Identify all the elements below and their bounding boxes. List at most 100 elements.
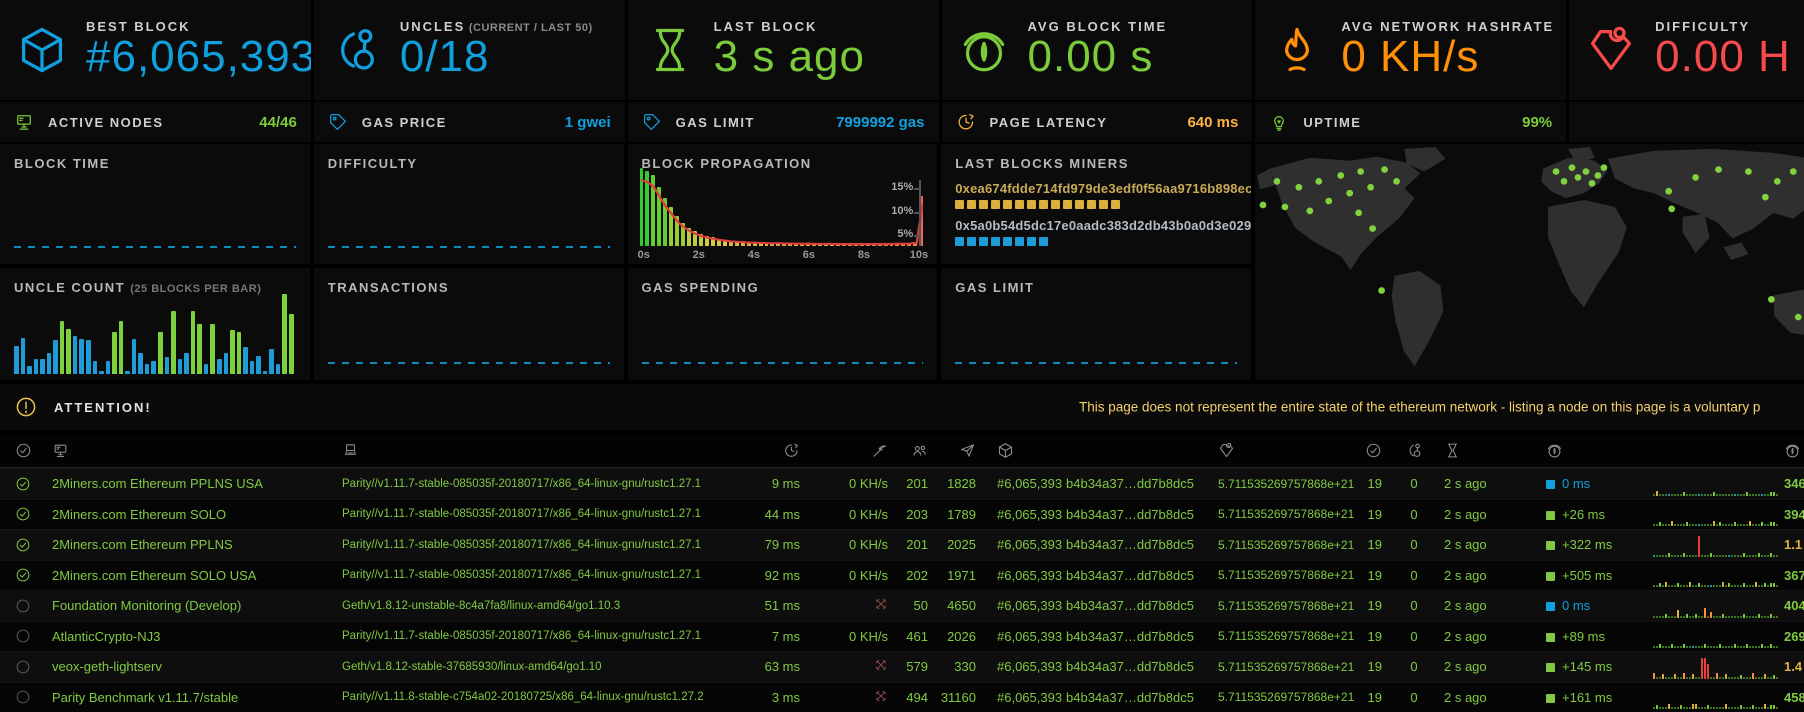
uncle-count-bar bbox=[119, 321, 124, 374]
node-pin bbox=[0, 689, 46, 705]
sparkline-bar bbox=[1668, 677, 1670, 679]
sparkline-bar bbox=[1725, 524, 1727, 526]
node-tx-count: 19 bbox=[1350, 598, 1398, 613]
sparkline-bar bbox=[1653, 555, 1655, 557]
node-name[interactable]: veox-geth-lightserv bbox=[46, 659, 336, 674]
block-propagation-title: BLOCK PROPAGATION bbox=[642, 156, 924, 171]
mini-stat-label: GAS LIMIT bbox=[676, 115, 836, 130]
sparkline-bar bbox=[1719, 707, 1721, 709]
sparkline-bar bbox=[1767, 585, 1769, 587]
sparkline-bar bbox=[1695, 524, 1697, 526]
propagation-ytick: 15% bbox=[891, 181, 913, 193]
node-row-atlanticcrypto-nj3[interactable]: AtlanticCrypto-NJ3Parity//v1.11.7-stable… bbox=[0, 621, 1804, 652]
node-uncle-count: 0 bbox=[1398, 476, 1430, 491]
node-name[interactable]: 2Miners.com Ethereum SOLO bbox=[46, 507, 336, 522]
sparkline-bar bbox=[1671, 616, 1673, 618]
propagation-status-square bbox=[1546, 602, 1555, 611]
sparkline-bar bbox=[1704, 644, 1706, 648]
miner-block-square bbox=[1111, 200, 1120, 209]
uncle-count-bar bbox=[276, 364, 281, 374]
sparkline-bar bbox=[1659, 522, 1661, 526]
uncle-count-bar bbox=[34, 359, 39, 374]
miner-block-square bbox=[1051, 200, 1060, 209]
difficulty-chart-title: DIFFICULTY bbox=[328, 156, 610, 171]
node-name[interactable]: Parity Benchmark v1.11.7/stable bbox=[46, 690, 336, 705]
node-name[interactable]: AtlanticCrypto-NJ3 bbox=[46, 629, 336, 644]
not-mining-icon bbox=[874, 658, 888, 672]
miner-block-square bbox=[1003, 200, 1012, 209]
sparkline-bar bbox=[1665, 677, 1667, 679]
sparkline-bar bbox=[1707, 705, 1709, 709]
sparkline-bar bbox=[1773, 675, 1775, 679]
sparkline-bar bbox=[1773, 583, 1775, 587]
sparkline-bar bbox=[1719, 555, 1721, 557]
check-circle-header-icon bbox=[1365, 442, 1382, 459]
propagation-ytick-mark bbox=[914, 188, 921, 190]
sparkline-bar bbox=[1764, 704, 1766, 709]
sparkline-bar bbox=[1665, 582, 1667, 587]
node-total-difficulty: 5.711535269757868e+21 bbox=[1184, 538, 1350, 552]
node-name[interactable]: Foundation Monitoring (Develop) bbox=[46, 598, 336, 613]
propagation-status-square bbox=[1546, 633, 1555, 642]
table-header-col-11 bbox=[1398, 442, 1430, 459]
sparkline-bar bbox=[1776, 494, 1778, 496]
node-row-foundation-monitoring-develop-[interactable]: Foundation Monitoring (Develop)Geth/v1.8… bbox=[0, 590, 1804, 621]
attention-icon bbox=[14, 395, 38, 419]
sparkline-bar bbox=[1707, 664, 1709, 679]
sparkline-bar bbox=[1716, 494, 1718, 496]
sparkline-bar bbox=[1653, 585, 1655, 587]
node-row-parity-benchmark-v1-11-7-stable[interactable]: Parity Benchmark v1.11.7/stableParity//v… bbox=[0, 682, 1804, 712]
propagation-value: +161 ms bbox=[1562, 690, 1612, 705]
sparkline-bar bbox=[1686, 646, 1688, 648]
node-row-veox-geth-lightserv[interactable]: veox-geth-lightservGeth/v1.8.12-stable-3… bbox=[0, 651, 1804, 682]
node-last-block: #6,065,393 bbox=[984, 629, 1062, 644]
sparkline-bar bbox=[1659, 644, 1661, 648]
miner-address[interactable]: 0xea674fdde714fd979de3edf0f56aa9716b898e… bbox=[955, 181, 1237, 196]
sparkline-bar bbox=[1665, 555, 1667, 557]
top-stat-avg-network-hashrate: AVG NETWORK HASHRATE0 KH/s bbox=[1255, 0, 1566, 100]
table-header-col-13 bbox=[1502, 442, 1650, 459]
node-row-2miners-com-ethereum-solo-usa[interactable]: 2Miners.com Ethereum SOLO USAParity//v1.… bbox=[0, 560, 1804, 591]
node-latency: 7 ms bbox=[716, 629, 806, 644]
node-row-2miners-com-ethereum-pplns-usa[interactable]: 2Miners.com Ethereum PPLNS USAParity//v1… bbox=[0, 468, 1804, 499]
sparkline-bar bbox=[1758, 553, 1760, 557]
node-name[interactable]: 2Miners.com Ethereum SOLO USA bbox=[46, 568, 336, 583]
sparkline-bar bbox=[1770, 705, 1772, 709]
uncle-count-bar bbox=[263, 371, 268, 374]
node-total-difficulty: 5.711535269757868e+21 bbox=[1184, 660, 1350, 674]
node-dot bbox=[1790, 168, 1797, 175]
block-propagation-xaxis: 0s2s4s6s8s10s bbox=[640, 249, 924, 262]
sparkline-bar bbox=[1671, 521, 1673, 526]
node-row-2miners-com-ethereum-solo[interactable]: 2Miners.com Ethereum SOLOParity//v1.11.7… bbox=[0, 499, 1804, 530]
sparkline-bar bbox=[1734, 555, 1736, 557]
sparkline-bar bbox=[1662, 555, 1664, 557]
node-block-time: 2 s ago bbox=[1430, 537, 1502, 552]
sparkline-bar bbox=[1764, 646, 1766, 648]
pinned-check-icon bbox=[15, 567, 31, 583]
node-mining bbox=[806, 689, 902, 706]
node-uncle-count: 0 bbox=[1398, 507, 1430, 522]
sparkline-bar bbox=[1656, 616, 1658, 618]
miner-address[interactable]: 0x5a0b54d5dc17e0aadc383d2db43b0a0d3e029c… bbox=[955, 218, 1237, 233]
node-name[interactable]: 2Miners.com Ethereum PPLNS bbox=[46, 537, 336, 552]
node-dot bbox=[1367, 184, 1374, 191]
node-dot bbox=[1325, 198, 1332, 205]
uncle-count-bar bbox=[40, 359, 45, 374]
uncle-count-bar bbox=[224, 353, 229, 374]
node-name[interactable]: 2Miners.com Ethereum PPLNS USA bbox=[46, 476, 336, 491]
sparkline-bar bbox=[1695, 614, 1697, 618]
top-stat-last-block: LAST BLOCK3 s ago bbox=[628, 0, 939, 100]
sparkline-bar bbox=[1731, 646, 1733, 648]
propagation-sparkline bbox=[1653, 655, 1779, 679]
gas-spending-baseline bbox=[642, 362, 924, 364]
sparkline-bar bbox=[1656, 705, 1658, 709]
node-dot bbox=[1795, 314, 1802, 321]
sparkline-bar bbox=[1722, 494, 1724, 496]
node-pending-txs: 330 bbox=[928, 659, 984, 674]
node-row-2miners-com-ethereum-pplns[interactable]: 2Miners.com Ethereum PPLNSParity//v1.11.… bbox=[0, 529, 1804, 560]
sparkline-bar bbox=[1755, 707, 1757, 709]
node-peers: 201 bbox=[902, 537, 928, 552]
miner-entry: 0xea674fdde714fd979de3edf0f56aa9716b898e… bbox=[955, 181, 1237, 209]
uncle-count-sublabel: (25 BLOCKS PER BAR) bbox=[130, 283, 261, 295]
node-propagation-avg: 1.4 s bbox=[1782, 659, 1804, 674]
